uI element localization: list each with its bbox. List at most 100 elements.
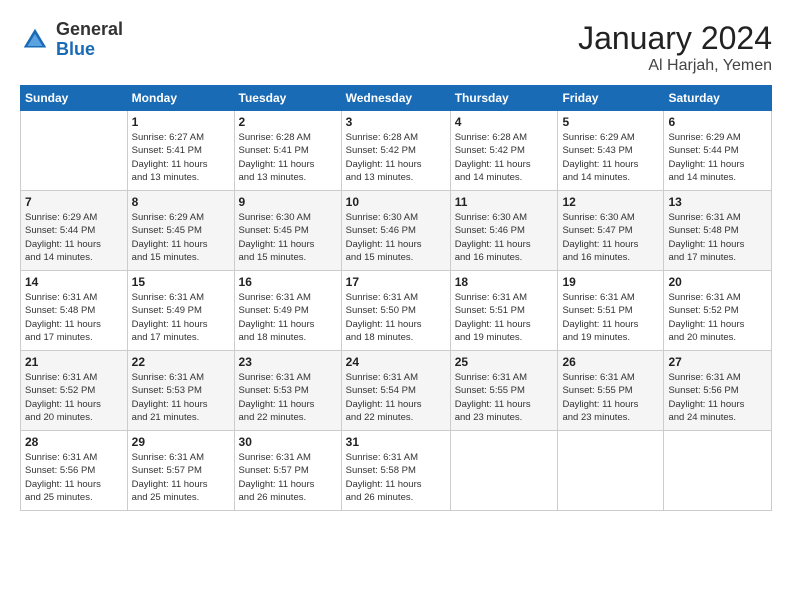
day-info: Sunrise: 6:28 AM Sunset: 5:42 PM Dayligh… bbox=[346, 131, 446, 184]
col-thursday: Thursday bbox=[450, 86, 558, 111]
day-number: 12 bbox=[562, 195, 659, 209]
table-row bbox=[21, 111, 128, 191]
day-info: Sunrise: 6:29 AM Sunset: 5:44 PM Dayligh… bbox=[25, 211, 123, 264]
day-info: Sunrise: 6:31 AM Sunset: 5:49 PM Dayligh… bbox=[239, 291, 337, 344]
table-row: 28 Sunrise: 6:31 AM Sunset: 5:56 PM Dayli… bbox=[21, 431, 128, 511]
day-info: Sunrise: 6:31 AM Sunset: 5:53 PM Dayligh… bbox=[132, 371, 230, 424]
col-wednesday: Wednesday bbox=[341, 86, 450, 111]
col-friday: Friday bbox=[558, 86, 664, 111]
day-number: 19 bbox=[562, 275, 659, 289]
logo-blue: Blue bbox=[56, 39, 95, 59]
table-row: 18Sunrise: 6:31 AM Sunset: 5:51 PM Dayli… bbox=[450, 271, 558, 351]
logo-general: General bbox=[56, 19, 123, 39]
table-row: 13 Sunrise: 6:31 AM Sunset: 5:48 PM Dayli… bbox=[664, 191, 772, 271]
day-info: Sunrise: 6:31 AM Sunset: 5:57 PM Dayligh… bbox=[132, 451, 230, 504]
calendar-week-row: 28 Sunrise: 6:31 AM Sunset: 5:56 PM Dayli… bbox=[21, 431, 772, 511]
table-row: 27Sunrise: 6:31 AM Sunset: 5:56 PM Dayli… bbox=[664, 351, 772, 431]
day-info: Sunrise: 6:29 AM Sunset: 5:45 PM Dayligh… bbox=[132, 211, 230, 264]
day-info: Sunrise: 6:31 AM Sunset: 5:49 PM Dayligh… bbox=[132, 291, 230, 344]
table-row: 10 Sunrise: 6:30 AM Sunset: 5:46 PM Dayli… bbox=[341, 191, 450, 271]
table-row bbox=[450, 431, 558, 511]
table-row: 17 Sunrise: 6:31 AM Sunset: 5:50 PM Dayli… bbox=[341, 271, 450, 351]
day-info: Sunrise: 6:30 AM Sunset: 5:46 PM Dayligh… bbox=[346, 211, 446, 264]
day-number: 7 bbox=[25, 195, 123, 209]
day-number: 4 bbox=[455, 115, 554, 129]
table-row: 23 Sunrise: 6:31 AM Sunset: 5:53 PM Dayli… bbox=[234, 351, 341, 431]
calendar-week-row: 14 Sunrise: 6:31 AM Sunset: 5:48 PM Dayli… bbox=[21, 271, 772, 351]
table-row bbox=[558, 431, 664, 511]
day-number: 6 bbox=[668, 115, 767, 129]
col-tuesday: Tuesday bbox=[234, 86, 341, 111]
day-info: Sunrise: 6:31 AM Sunset: 5:55 PM Dayligh… bbox=[455, 371, 554, 424]
day-number: 16 bbox=[239, 275, 337, 289]
day-info: Sunrise: 6:30 AM Sunset: 5:46 PM Dayligh… bbox=[455, 211, 554, 264]
day-info: Sunrise: 6:29 AM Sunset: 5:43 PM Dayligh… bbox=[562, 131, 659, 184]
day-number: 25 bbox=[455, 355, 554, 369]
calendar-header-row: Sunday Monday Tuesday Wednesday Thursday… bbox=[21, 86, 772, 111]
day-number: 8 bbox=[132, 195, 230, 209]
day-number: 10 bbox=[346, 195, 446, 209]
day-number: 15 bbox=[132, 275, 230, 289]
day-info: Sunrise: 6:31 AM Sunset: 5:55 PM Dayligh… bbox=[562, 371, 659, 424]
calendar-table: Sunday Monday Tuesday Wednesday Thursday… bbox=[20, 85, 772, 511]
table-row: 26Sunrise: 6:31 AM Sunset: 5:55 PM Dayli… bbox=[558, 351, 664, 431]
col-saturday: Saturday bbox=[664, 86, 772, 111]
day-info: Sunrise: 6:31 AM Sunset: 5:48 PM Dayligh… bbox=[25, 291, 123, 344]
table-row: 6 Sunrise: 6:29 AM Sunset: 5:44 PM Daylig… bbox=[664, 111, 772, 191]
day-number: 13 bbox=[668, 195, 767, 209]
day-number: 23 bbox=[239, 355, 337, 369]
day-number: 31 bbox=[346, 435, 446, 449]
day-info: Sunrise: 6:31 AM Sunset: 5:53 PM Dayligh… bbox=[239, 371, 337, 424]
table-row: 21Sunrise: 6:31 AM Sunset: 5:52 PM Dayli… bbox=[21, 351, 128, 431]
table-row: 5Sunrise: 6:29 AM Sunset: 5:43 PM Daylig… bbox=[558, 111, 664, 191]
table-row: 19Sunrise: 6:31 AM Sunset: 5:51 PM Dayli… bbox=[558, 271, 664, 351]
table-row: 25 Sunrise: 6:31 AM Sunset: 5:55 PM Dayli… bbox=[450, 351, 558, 431]
page: General Blue January 2024 Al Harjah, Yem… bbox=[0, 0, 792, 612]
calendar-week-row: 7 Sunrise: 6:29 AM Sunset: 5:44 PM Daylig… bbox=[21, 191, 772, 271]
table-row: 8 Sunrise: 6:29 AM Sunset: 5:45 PM Daylig… bbox=[127, 191, 234, 271]
table-row: 11Sunrise: 6:30 AM Sunset: 5:46 PM Dayli… bbox=[450, 191, 558, 271]
day-info: Sunrise: 6:31 AM Sunset: 5:52 PM Dayligh… bbox=[25, 371, 123, 424]
day-number: 1 bbox=[132, 115, 230, 129]
day-info: Sunrise: 6:27 AM Sunset: 5:41 PM Dayligh… bbox=[132, 131, 230, 184]
table-row: 7 Sunrise: 6:29 AM Sunset: 5:44 PM Daylig… bbox=[21, 191, 128, 271]
day-number: 20 bbox=[668, 275, 767, 289]
day-number: 14 bbox=[25, 275, 123, 289]
table-row bbox=[664, 431, 772, 511]
day-info: Sunrise: 6:31 AM Sunset: 5:50 PM Dayligh… bbox=[346, 291, 446, 344]
table-row: 1 Sunrise: 6:27 AM Sunset: 5:41 PM Daylig… bbox=[127, 111, 234, 191]
table-row: 3 Sunrise: 6:28 AM Sunset: 5:42 PM Daylig… bbox=[341, 111, 450, 191]
calendar-title: January 2024 bbox=[578, 20, 772, 57]
day-info: Sunrise: 6:31 AM Sunset: 5:48 PM Dayligh… bbox=[668, 211, 767, 264]
day-number: 17 bbox=[346, 275, 446, 289]
day-number: 27 bbox=[668, 355, 767, 369]
table-row: 31 Sunrise: 6:31 AM Sunset: 5:58 PM Dayli… bbox=[341, 431, 450, 511]
logo-text: General Blue bbox=[56, 20, 123, 60]
header: General Blue January 2024 Al Harjah, Yem… bbox=[20, 20, 772, 75]
logo-icon bbox=[20, 25, 50, 55]
day-info: Sunrise: 6:31 AM Sunset: 5:58 PM Dayligh… bbox=[346, 451, 446, 504]
table-row: 22 Sunrise: 6:31 AM Sunset: 5:53 PM Dayli… bbox=[127, 351, 234, 431]
day-info: Sunrise: 6:29 AM Sunset: 5:44 PM Dayligh… bbox=[668, 131, 767, 184]
day-number: 3 bbox=[346, 115, 446, 129]
table-row: 29Sunrise: 6:31 AM Sunset: 5:57 PM Dayli… bbox=[127, 431, 234, 511]
table-row: 12 Sunrise: 6:30 AM Sunset: 5:47 PM Dayli… bbox=[558, 191, 664, 271]
day-info: Sunrise: 6:31 AM Sunset: 5:56 PM Dayligh… bbox=[25, 451, 123, 504]
table-row: 9Sunrise: 6:30 AM Sunset: 5:45 PM Daylig… bbox=[234, 191, 341, 271]
day-number: 2 bbox=[239, 115, 337, 129]
day-info: Sunrise: 6:31 AM Sunset: 5:54 PM Dayligh… bbox=[346, 371, 446, 424]
day-number: 24 bbox=[346, 355, 446, 369]
day-number: 28 bbox=[25, 435, 123, 449]
day-number: 30 bbox=[239, 435, 337, 449]
table-row: 15 Sunrise: 6:31 AM Sunset: 5:49 PM Dayli… bbox=[127, 271, 234, 351]
table-row: 4Sunrise: 6:28 AM Sunset: 5:42 PM Daylig… bbox=[450, 111, 558, 191]
day-info: Sunrise: 6:30 AM Sunset: 5:47 PM Dayligh… bbox=[562, 211, 659, 264]
table-row: 16 Sunrise: 6:31 AM Sunset: 5:49 PM Dayli… bbox=[234, 271, 341, 351]
day-number: 22 bbox=[132, 355, 230, 369]
table-row: 24 Sunrise: 6:31 AM Sunset: 5:54 PM Dayli… bbox=[341, 351, 450, 431]
calendar-week-row: 1 Sunrise: 6:27 AM Sunset: 5:41 PM Daylig… bbox=[21, 111, 772, 191]
day-number: 18 bbox=[455, 275, 554, 289]
col-sunday: Sunday bbox=[21, 86, 128, 111]
calendar-week-row: 21Sunrise: 6:31 AM Sunset: 5:52 PM Dayli… bbox=[21, 351, 772, 431]
logo: General Blue bbox=[20, 20, 123, 60]
